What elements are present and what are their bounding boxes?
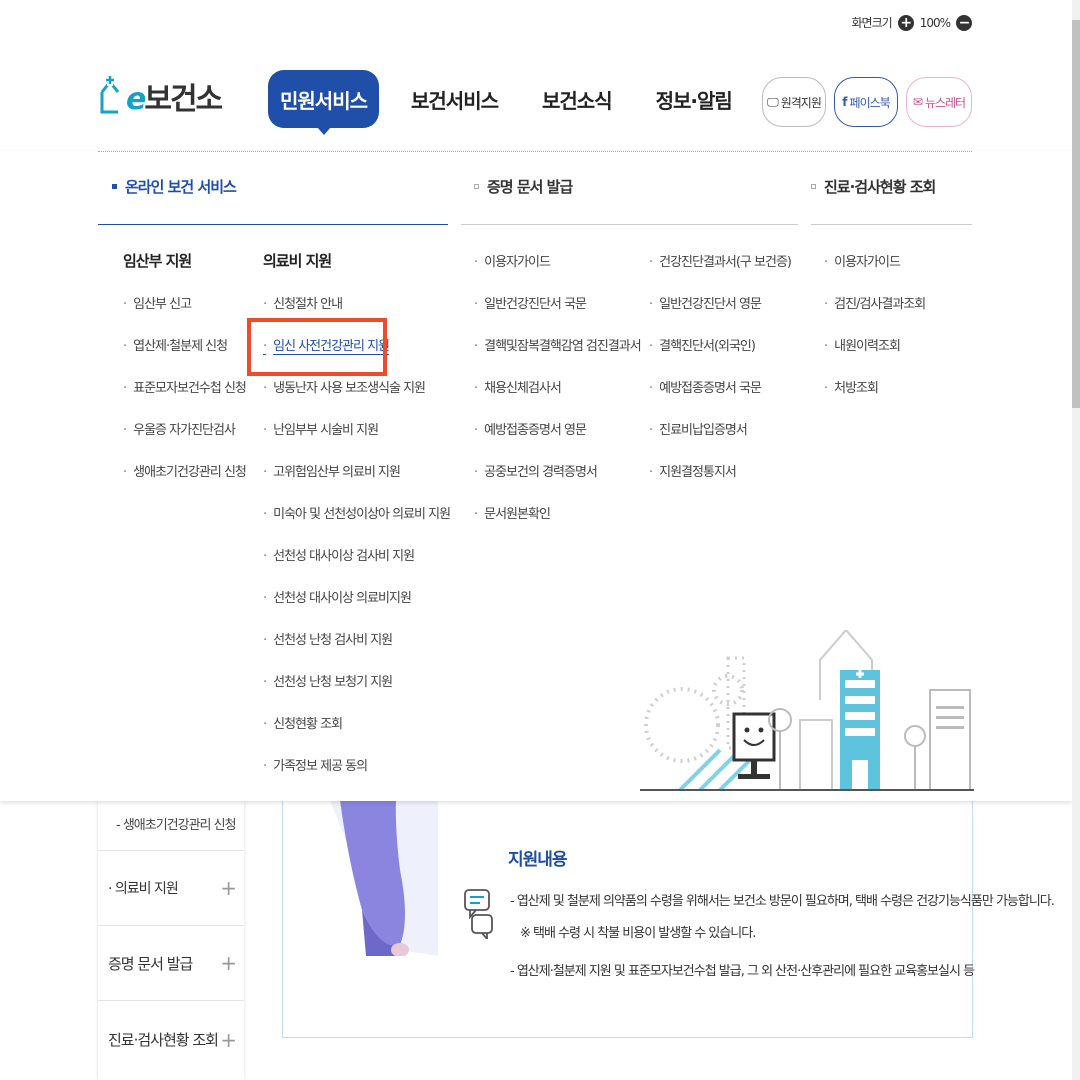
content-line-2: ※ 택배 수령 시 착불 비용이 발생할 수 있습니다. (520, 926, 756, 941)
menu-item[interactable]: 생애초기건강관리 신청 (123, 461, 247, 480)
menu-item[interactable]: 결핵및잠복결핵감염 검진결과서 (474, 335, 642, 354)
sidebar-item-medical[interactable]: · 의료비 지원 + (98, 850, 244, 925)
zoom-in-button[interactable]: + (897, 14, 914, 31)
background-sidebar: - 생애초기건강관리 신청 · 의료비 지원 + 증명 문서 발급 + 진료·검… (98, 800, 244, 1080)
content-line-1: - 엽산제 및 철분제 의약품의 수령을 위해서는 보건소 방문이 필요하며, … (510, 894, 1055, 909)
menu-item[interactable]: 냉동난자 사용 보조생식술 지원 (263, 377, 426, 396)
mail-icon: ✉ (912, 95, 923, 109)
menu-item[interactable]: 미숙아 및 선천성이상아 의료비 지원 (263, 503, 451, 522)
monitor-icon: 🖵 (767, 94, 779, 109)
group-heading-pregnancy: 임산부 지원 (123, 252, 192, 270)
plus-icon: + (220, 951, 237, 975)
menu-item[interactable]: 신청절차 안내 (263, 293, 343, 312)
newsletter-button[interactable]: ✉ 뉴스레터 (906, 77, 972, 127)
menu-item[interactable]: 예방접종증명서 영문 (474, 419, 587, 438)
menu-item[interactable]: 난임부부 시술비 지원 (263, 419, 379, 438)
plus-icon: + (220, 876, 237, 900)
menu-item[interactable]: 선천성 난청 보청기 지원 (263, 671, 393, 690)
menu-item[interactable]: 일반건강진단서 국문 (474, 293, 587, 312)
content-title: 지원내용 (508, 850, 568, 870)
zoom-value: 100% (919, 15, 951, 30)
group-heading-medical-expense: 의료비 지원 (263, 252, 332, 270)
menu-item[interactable]: 처방조회 (824, 377, 879, 396)
menu-item[interactable]: 예방접종증명서 국문 (649, 377, 762, 396)
gnb-item-health-service[interactable]: 보건서비스 (411, 70, 499, 128)
content-line-3: - 엽산제·철분제 지원 및 표준모자보건수첩 발급, 그 외 산전·산후관리에… (510, 964, 975, 979)
scrollbar[interactable] (1072, 0, 1080, 1080)
column-underline (811, 224, 972, 225)
column-underline (461, 224, 798, 225)
mega-menu-divider (98, 151, 972, 152)
plus-icon: + (220, 1027, 237, 1052)
menu-item[interactable]: 내원이력조회 (824, 335, 901, 354)
menu-item[interactable]: 지원결정통지서 (649, 461, 737, 480)
menu-item[interactable]: 우울증 자가진단검사 (123, 419, 236, 438)
sidebar-item-certificates[interactable]: 증명 문서 발급 + (98, 925, 244, 1000)
facebook-button[interactable]: f 페이스북 (834, 77, 898, 127)
pregnant-woman-illustration (300, 800, 438, 956)
menu-item[interactable]: 가족정보 제공 동의 (263, 755, 368, 774)
menu-col-results[interactable]: 진료·검사현황 조회 (811, 176, 936, 197)
menu-item[interactable]: 엽산제·철분제 신청 (123, 335, 228, 354)
city-illustration (640, 630, 974, 792)
remote-support-button[interactable]: 🖵 원격지원 (762, 77, 826, 127)
gnb-item-information[interactable]: 정보·알림 (656, 70, 733, 128)
zoom-out-button[interactable]: − (956, 14, 972, 31)
bullet-square-icon (811, 184, 816, 189)
menu-item[interactable]: 채용신체검사서 (474, 377, 562, 396)
menu-item[interactable]: 선천성 대사이상 의료비지원 (263, 587, 412, 606)
bullet-square-icon (474, 184, 479, 189)
menu-item[interactable]: 임산부 신고 (123, 293, 192, 312)
menu-item[interactable]: 고위험임산부 의료비 지원 (263, 461, 401, 480)
facebook-icon: f (842, 95, 847, 109)
menu-item[interactable]: 신청현황 조회 (263, 713, 343, 732)
menu-item[interactable]: 문서원본확인 (474, 503, 551, 522)
zoom-control: 화면크기 + 100% − (852, 14, 972, 31)
menu-item[interactable]: 결핵진단서(외국인) (649, 335, 756, 354)
zoom-label: 화면크기 (851, 16, 893, 30)
highlight-box (247, 318, 387, 376)
site-logo[interactable]: e보건소 (98, 72, 223, 120)
menu-col-online-service[interactable]: 온라인 보건 서비스 (112, 176, 237, 197)
gnb-item-health-news[interactable]: 보건소식 (542, 70, 613, 128)
gnb-item-civil-service[interactable]: 민원서비스 (268, 70, 379, 135)
menu-item[interactable]: 이용자가이드 (824, 251, 901, 270)
menu-item[interactable]: 건강진단결과서(구 보건증) (649, 251, 792, 270)
sidebar-sub-item[interactable]: - 생애초기건강관리 신청 (116, 814, 237, 833)
menu-item[interactable]: 선천성 대사이상 검사비 지원 (263, 545, 415, 564)
menu-item[interactable]: 검진/검사결과조회 (824, 293, 926, 312)
scrollbar-thumb[interactable] (1072, 20, 1080, 408)
sidebar-item-results[interactable]: 진료·검사현황 조회 + (98, 1000, 244, 1078)
main-navigation: 민원서비스 보건서비스 보건소식 정보·알림 (268, 70, 776, 135)
logo-house-icon (100, 74, 120, 114)
menu-col-certificates[interactable]: 증명 문서 발급 (474, 176, 573, 197)
menu-item[interactable]: 일반건강진단서 영문 (649, 293, 762, 312)
bullet-square-icon (112, 184, 117, 189)
menu-item[interactable]: 표준모자보건수첩 신청 (123, 377, 247, 396)
menu-item[interactable]: 이용자가이드 (474, 251, 551, 270)
menu-item[interactable]: 선천성 난청 검사비 지원 (263, 629, 393, 648)
chat-bubble-icon (462, 887, 496, 943)
column-underline (98, 224, 448, 225)
menu-item[interactable]: 진료비납입증명서 (649, 419, 748, 438)
menu-item[interactable]: 공중보건의 경력증명서 (474, 461, 598, 480)
